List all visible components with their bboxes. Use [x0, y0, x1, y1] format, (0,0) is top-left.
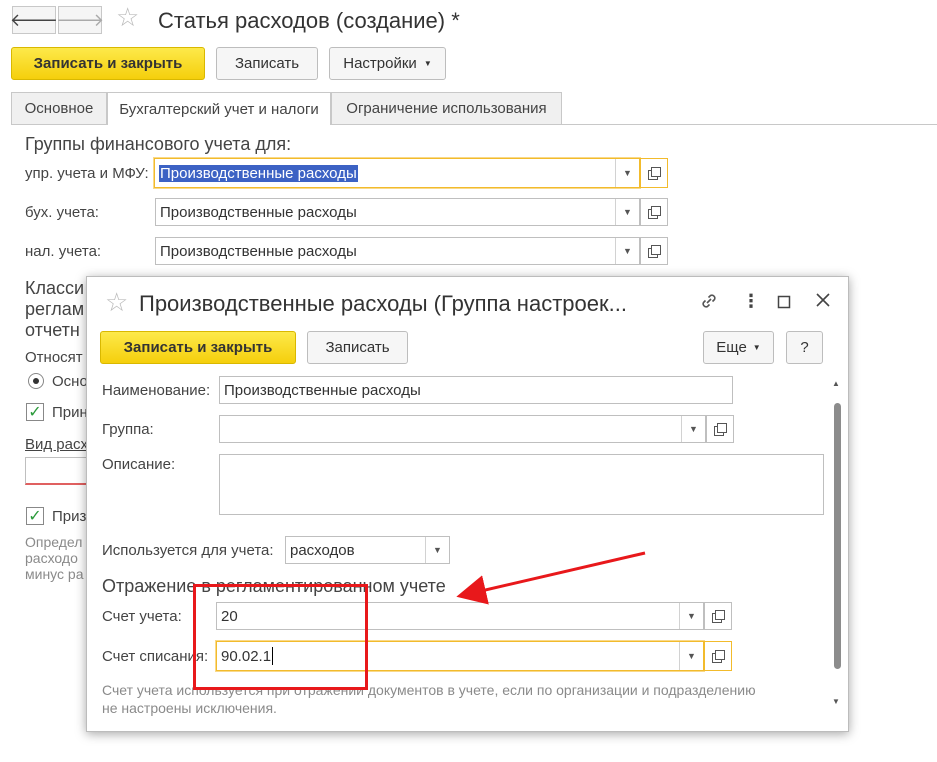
- red-arrow: [456, 551, 646, 605]
- annotation-arrow: [456, 551, 646, 605]
